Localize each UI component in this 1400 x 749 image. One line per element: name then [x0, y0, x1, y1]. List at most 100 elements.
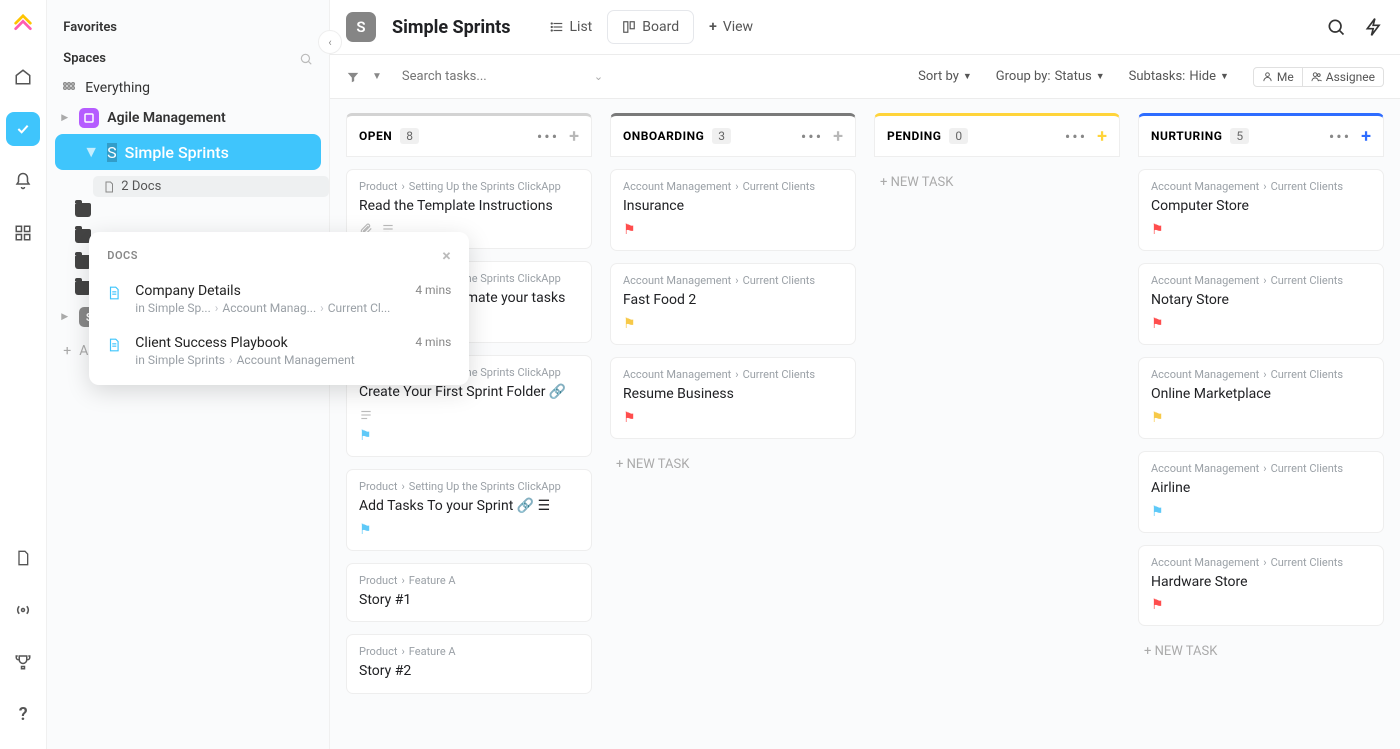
card-title: Story #1 — [359, 591, 579, 610]
filter-row: ▼ ⌄ Sort by ▼ Group by: Status ▼ Subtask… — [330, 55, 1400, 99]
chevron-down-icon[interactable]: ⌄ — [594, 70, 603, 83]
doc-item[interactable]: Company Details in Simple Sp...›Account … — [89, 273, 469, 325]
favorites-heading[interactable]: Favorites — [47, 12, 329, 43]
card-title: Resume Business — [623, 385, 843, 404]
logo-icon[interactable] — [6, 8, 40, 42]
docs-popup-heading: DOCS — [107, 249, 138, 262]
task-card[interactable]: Account Management› Current ClientsAirli… — [1138, 451, 1384, 533]
add-task-icon[interactable]: + — [833, 126, 843, 147]
notifications-icon[interactable] — [6, 164, 40, 198]
agile-space-row[interactable]: ▶ Agile Management — [47, 102, 329, 134]
card-breadcrumb: Account Management› Current Clients — [1151, 556, 1371, 569]
column-name: ONBOARDING — [623, 129, 704, 143]
add-task-icon[interactable]: + — [1361, 126, 1371, 147]
new-task-button[interactable]: + NEW TASK — [1138, 638, 1384, 665]
task-card[interactable]: Account Management› Current ClientsNotar… — [1138, 263, 1384, 345]
add-task-icon[interactable]: + — [1097, 126, 1107, 147]
add-view-label: View — [723, 19, 753, 35]
search-input[interactable] — [402, 69, 582, 84]
apps-icon[interactable] — [6, 216, 40, 250]
task-card[interactable]: Account Management› Current Clients Insur… — [610, 169, 856, 251]
cards-list: Account Management› Current Clients Insur… — [610, 169, 856, 478]
broadcast-icon[interactable] — [6, 593, 40, 627]
doc-time: 4 mins — [415, 283, 451, 297]
priority-flag-icon: ⚑ — [1151, 504, 1164, 520]
trophy-icon[interactable] — [6, 645, 40, 679]
filter-icon[interactable] — [346, 70, 360, 84]
column-header: ONBOARDING 3 ••• + — [610, 113, 856, 157]
priority-flag-icon: ⚑ — [623, 316, 636, 332]
chevron-down-icon: ▼ — [83, 142, 99, 162]
everything-label: Everything — [85, 80, 150, 96]
bolt-icon[interactable] — [1364, 17, 1384, 37]
group-dropdown[interactable]: Group by: Status ▼ — [996, 69, 1105, 84]
doc-item[interactable]: Client Success Playbook in Simple Sprint… — [89, 325, 469, 377]
task-card[interactable]: Account Management› Current ClientsFast … — [610, 263, 856, 345]
new-task-button[interactable]: + NEW TASK — [874, 169, 1120, 196]
view-tab-board[interactable]: Board — [607, 10, 694, 44]
board-container: OPEN 8 ••• + Product› Setting Up the Spr… — [330, 99, 1400, 749]
column-name: OPEN — [359, 129, 392, 143]
column-menu-icon[interactable]: ••• — [801, 127, 823, 146]
agile-space-icon — [79, 108, 99, 128]
doc-time: 4 mins — [415, 335, 451, 349]
column-count: 8 — [400, 128, 419, 144]
close-icon[interactable]: × — [442, 246, 451, 265]
assignee-filter-button[interactable]: Assignee — [1303, 67, 1384, 87]
doc-icon[interactable] — [6, 541, 40, 575]
view-tab-board-label: Board — [642, 19, 679, 35]
task-card[interactable]: Account Management› Current ClientsOnlin… — [1138, 357, 1384, 439]
folder-row[interactable] — [47, 197, 329, 223]
doc-title: Company Details — [135, 283, 403, 299]
column-menu-icon[interactable]: ••• — [537, 127, 559, 146]
search-icon[interactable] — [1326, 17, 1346, 37]
tasks-icon[interactable] — [6, 112, 40, 146]
me-filter-button[interactable]: Me — [1253, 67, 1303, 87]
card-breadcrumb: Product› Feature A — [359, 574, 579, 587]
search-spaces-icon[interactable] — [299, 52, 313, 66]
task-card[interactable]: Account Management› Current ClientsCompu… — [1138, 169, 1384, 251]
card-title: Fast Food 2 — [623, 291, 843, 310]
card-meta — [359, 408, 579, 422]
column-count: 0 — [949, 128, 968, 144]
view-tab-list[interactable]: List — [535, 10, 608, 44]
chevron-right-icon: ▶ — [61, 312, 71, 322]
top-bar: S Simple Sprints List Board +View — [330, 0, 1400, 55]
task-card[interactable]: Account Management› Current ClientsHardw… — [1138, 545, 1384, 627]
sort-dropdown[interactable]: Sort by ▼ — [918, 69, 972, 84]
sidebar-collapse-button[interactable]: ‹ — [318, 30, 342, 54]
column-menu-icon[interactable]: ••• — [1329, 127, 1351, 146]
card-breadcrumb: Account Management› Current Clients — [623, 180, 843, 193]
description-icon — [359, 408, 373, 422]
sort-label: Sort by — [918, 69, 959, 84]
doc-icon — [107, 285, 123, 303]
add-task-icon[interactable]: + — [569, 126, 579, 147]
left-rail: ? — [0, 0, 47, 749]
task-card[interactable]: Product› Feature A Story #1 — [346, 563, 592, 623]
priority-flag-icon: ⚑ — [1151, 222, 1164, 238]
new-task-button[interactable]: + NEW TASK — [610, 451, 856, 478]
docs-badge[interactable]: 2 Docs — [93, 176, 329, 197]
column-header: PENDING 0 ••• + — [874, 113, 1120, 157]
agile-label: Agile Management — [107, 110, 225, 126]
column-open: OPEN 8 ••• + Product› Setting Up the Spr… — [346, 113, 592, 749]
column-pending: PENDING 0 ••• + + NEW TASK — [874, 113, 1120, 749]
task-card[interactable]: Account Management› Current ClientsResum… — [610, 357, 856, 439]
card-title: Insurance — [623, 197, 843, 216]
everything-row[interactable]: Everything — [47, 74, 329, 102]
priority-flag-icon: ⚑ — [359, 522, 372, 538]
task-card[interactable]: Product› Feature AStory #2 — [346, 634, 592, 694]
help-icon[interactable]: ? — [6, 697, 40, 731]
card-breadcrumb: Account Management› Current Clients — [1151, 368, 1371, 381]
column-menu-icon[interactable]: ••• — [1065, 127, 1087, 146]
doc-crumb: in Simple Sp...›Account Manag...›Current… — [135, 301, 403, 315]
doc-badge-icon — [103, 180, 115, 194]
add-view-button[interactable]: +View — [694, 10, 768, 44]
filter-caret-icon[interactable]: ▼ — [372, 71, 382, 82]
home-icon[interactable] — [6, 60, 40, 94]
subtasks-dropdown[interactable]: Subtasks: Hide ▼ — [1129, 69, 1229, 84]
task-card[interactable]: Product› Setting Up the Sprints ClickApp… — [346, 469, 592, 551]
priority-flag-icon: ⚑ — [623, 410, 636, 426]
spaces-heading: Spaces — [63, 51, 106, 66]
simple-sprints-row[interactable]: ▼ S Simple Sprints — [55, 134, 321, 170]
